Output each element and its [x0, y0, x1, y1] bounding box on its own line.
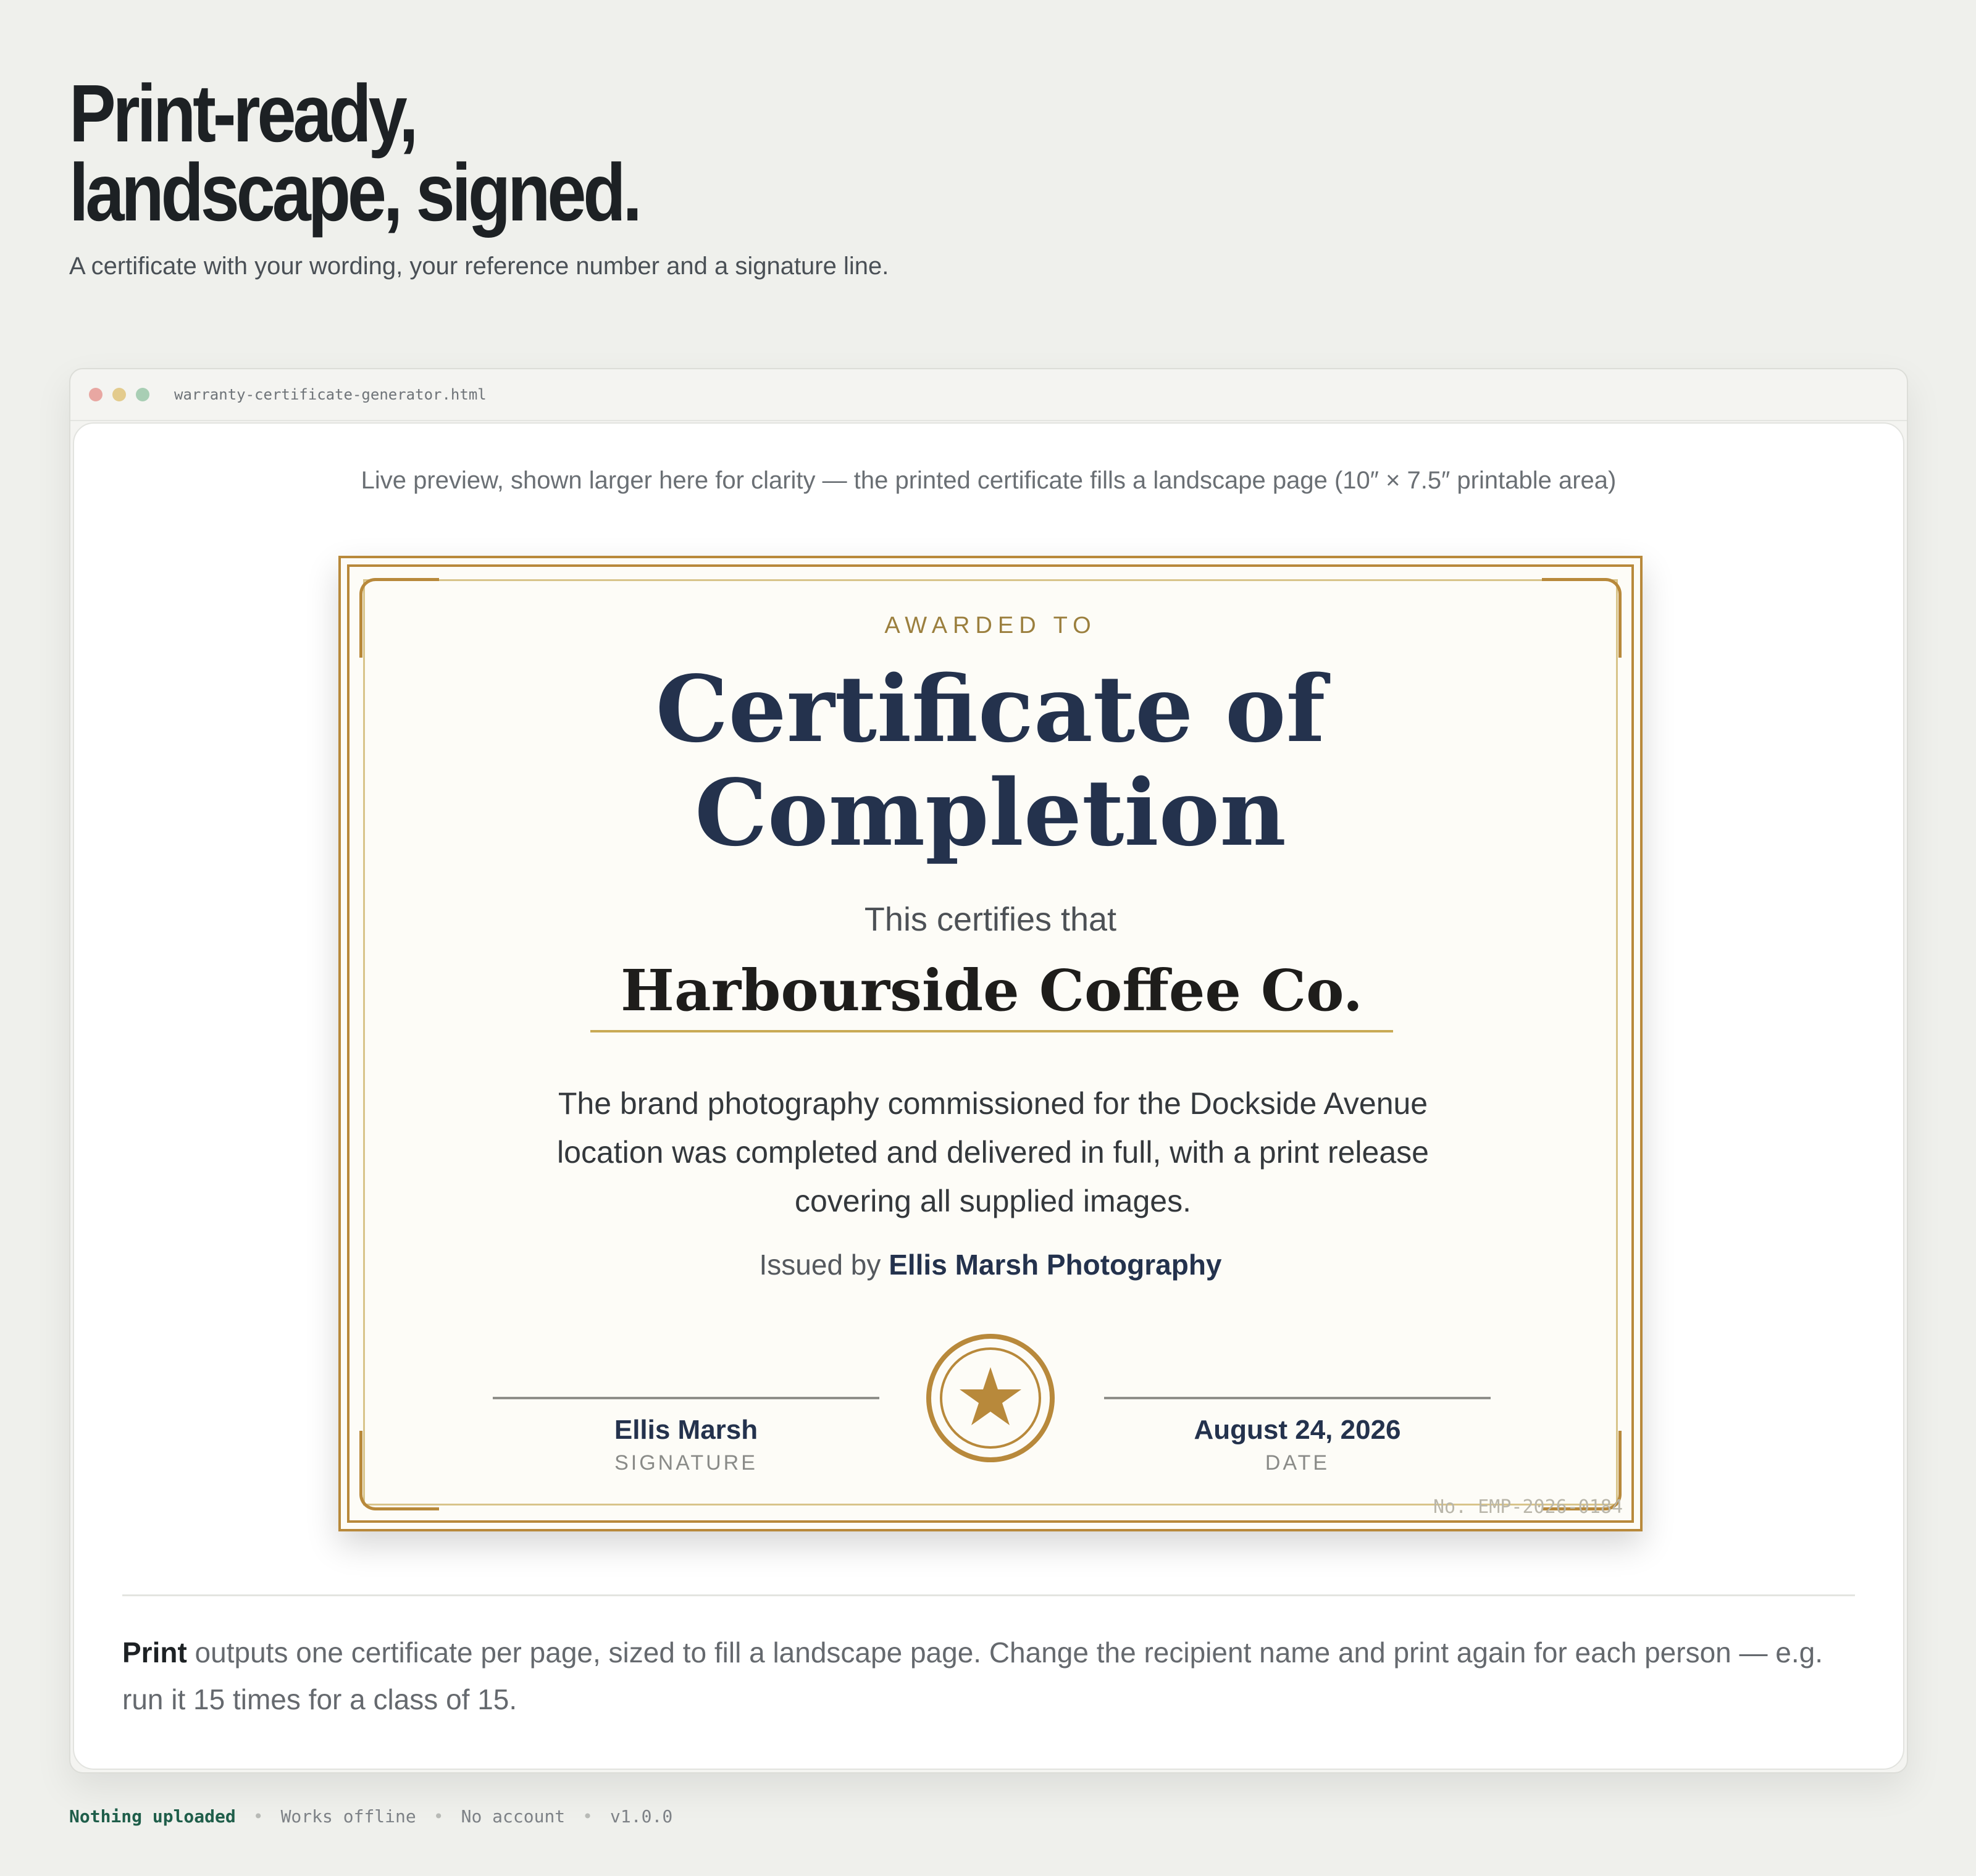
- footer-item-works-offline: Works offline: [280, 1806, 416, 1827]
- footer-item-no-account: No account: [461, 1806, 566, 1827]
- browser-window: warranty-certificate-generator.html Live…: [69, 368, 1908, 1773]
- footer-separator: •: [253, 1806, 264, 1827]
- certificate-title-line-1: Certificate of: [655, 655, 1326, 763]
- preview-panel: Live preview, shown larger here for clar…: [73, 422, 1904, 1770]
- divider: [122, 1594, 1855, 1596]
- date-caption: DATE: [1265, 1451, 1330, 1475]
- issued-by: Issued by Ellis Marsh Photography: [341, 1245, 1640, 1284]
- date-line: [1104, 1397, 1491, 1399]
- print-note: Print outputs one certificate per page, …: [122, 1629, 1839, 1723]
- close-window-dot[interactable]: [89, 388, 103, 401]
- date-value: August 24, 2026: [1194, 1415, 1401, 1445]
- signature-caption: SIGNATURE: [614, 1451, 758, 1475]
- minimize-window-dot[interactable]: [112, 388, 126, 401]
- footer-item-nothing-uploaded: Nothing uploaded: [69, 1806, 236, 1827]
- maximize-window-dot[interactable]: [136, 388, 149, 401]
- awarded-to-label: AWARDED TO: [884, 613, 1097, 639]
- footer-separator: •: [582, 1806, 593, 1827]
- window-titlebar: warranty-certificate-generator.html: [70, 369, 1907, 421]
- page-title-line-2: landscape, signed.: [69, 147, 642, 238]
- signature-line: [493, 1397, 879, 1399]
- page-title: Print-ready, landscape, signed.: [69, 68, 866, 238]
- star-seal-icon: [926, 1334, 1055, 1462]
- page-title-line-1: Print-ready,: [69, 68, 419, 159]
- print-note-text: outputs one certificate per page, sized …: [122, 1636, 1823, 1715]
- reference-number: No. EMP-2026-0184: [1433, 1496, 1623, 1518]
- issuer-name: Ellis Marsh Photography: [889, 1249, 1222, 1281]
- hero: Print-ready, landscape, signed. A certif…: [69, 68, 995, 284]
- certificate-title: Certificate of Completion: [341, 657, 1640, 865]
- window-filename: warranty-certificate-generator.html: [174, 386, 487, 403]
- corner-ornament-bottom-left: [359, 1431, 439, 1510]
- signature-name: Ellis Marsh: [614, 1415, 758, 1445]
- recipient-name: Harbourside Coffee Co.: [590, 953, 1393, 1032]
- footer-badges: Nothing uploaded • Works offline • No accoun…: [69, 1804, 672, 1829]
- footer-item-version: v1.0.0: [610, 1806, 673, 1827]
- print-keyword: Print: [122, 1636, 187, 1669]
- preview-note: Live preview, shown larger here for clar…: [361, 467, 1617, 494]
- certificate-body: The brand photography commissioned for t…: [557, 1086, 1429, 1218]
- footer-separator: •: [433, 1806, 444, 1827]
- certificate-preview: AWARDED TO Certificate of Completion Thi…: [338, 556, 1643, 1531]
- certifies-text: This certifies that: [864, 901, 1117, 938]
- certificate-title-line-2: Completion: [695, 759, 1286, 866]
- issued-by-prefix: Issued by: [759, 1249, 881, 1281]
- page-subtitle: A certificate with your wording, your re…: [69, 253, 889, 280]
